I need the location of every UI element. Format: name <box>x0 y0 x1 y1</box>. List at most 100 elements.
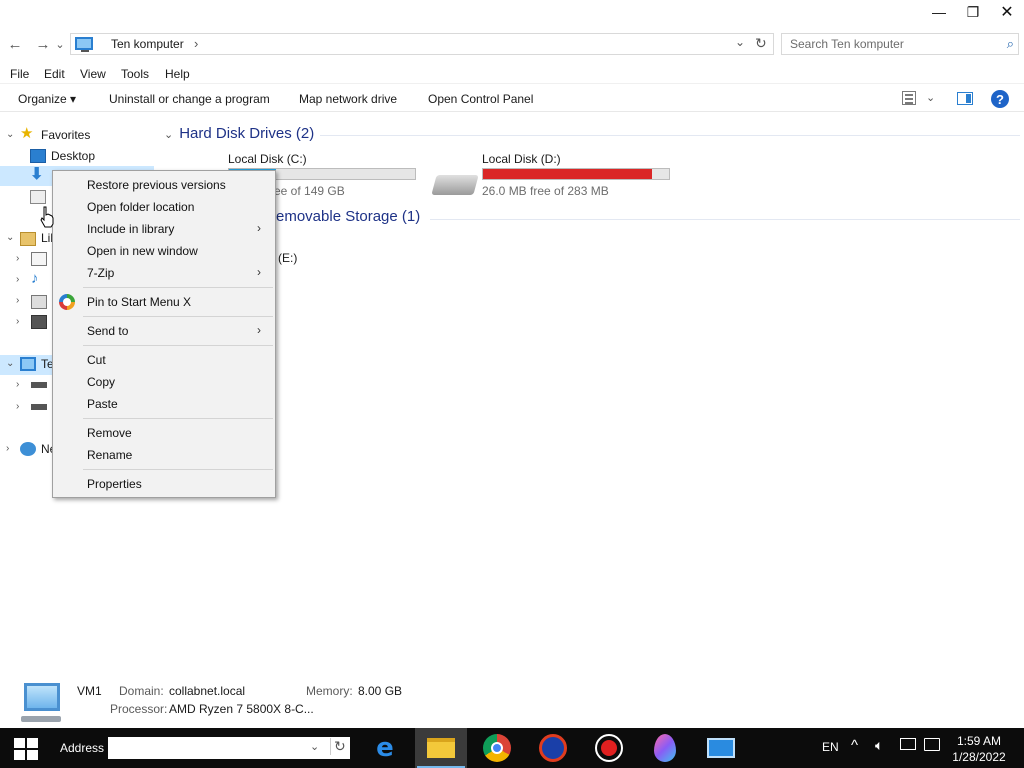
expand-chevron-icon[interactable]: ⌄ <box>6 232 14 243</box>
collapse-chevron-icon[interactable]: › <box>16 316 19 327</box>
address-dropdown-icon[interactable]: ⌄ <box>310 740 319 753</box>
search-input[interactable]: Search Ten komputer ⌕ <box>781 33 1019 55</box>
libraries-icon <box>20 232 36 246</box>
menu-item-rename[interactable]: Rename <box>53 444 275 466</box>
network-tray-icon[interactable] <box>900 738 916 750</box>
menu-item-include-in-library[interactable]: Include in library › <box>53 218 275 240</box>
menu-item-open-in-new-window[interactable]: Open in new window <box>53 240 275 262</box>
nav-library-documents[interactable]: › <box>0 250 50 270</box>
menu-file[interactable]: File <box>10 67 29 81</box>
edge-app-icon[interactable]: e <box>359 728 411 768</box>
taskbar-address-input[interactable]: ⌄ ↻ <box>108 737 350 759</box>
collapse-chevron-icon[interactable]: › <box>16 379 19 390</box>
menu-item-copy[interactable]: Copy <box>53 371 275 393</box>
documents-icon <box>31 252 47 266</box>
menu-tools[interactable]: Tools <box>121 67 149 81</box>
menu-edit[interactable]: Edit <box>44 67 65 81</box>
computer-icon <box>75 37 93 52</box>
windows-start-icon[interactable] <box>14 738 38 760</box>
nav-favorites[interactable]: ⌄ ★ Favorites <box>0 126 160 146</box>
drive-d-tile[interactable]: Local Disk (D:) 26.0 MB free of 283 MB <box>482 152 682 202</box>
back-button[interactable]: ← <box>4 34 26 54</box>
group-removable-storage[interactable]: emovable Storage (1) <box>276 208 420 225</box>
chrome-app-icon[interactable] <box>471 728 523 768</box>
close-button[interactable]: ✕ <box>990 0 1024 24</box>
nav-drive-d[interactable]: › <box>0 398 50 418</box>
notifications-icon[interactable] <box>924 738 940 751</box>
menu-item-cut[interactable]: Cut <box>53 349 275 371</box>
nav-network[interactable]: › Ne <box>0 440 60 460</box>
group-hard-disk-drives[interactable]: ⌄ Hard Disk Drives (2) <box>164 125 314 142</box>
address-bar[interactable]: Ten komputer › ⌄ ↻ <box>70 33 774 55</box>
menu-item-remove[interactable]: Remove <box>53 422 275 444</box>
refresh-icon[interactable]: ↻ <box>755 35 767 52</box>
menu-help[interactable]: Help <box>165 67 190 81</box>
address-dropdown-icon[interactable]: ⌄ <box>735 35 745 49</box>
nav-libraries[interactable]: ⌄ Lil <box>0 229 60 249</box>
organize-button[interactable]: Organize ▾ <box>18 92 76 106</box>
submenu-arrow-icon: › <box>257 265 261 279</box>
group-divider <box>430 219 1020 220</box>
remote-desktop-app-icon[interactable] <box>695 728 747 768</box>
app-icon-blue-red[interactable] <box>527 728 579 768</box>
view-dropdown-icon[interactable]: ⌄ <box>926 91 935 104</box>
context-menu: Restore previous versions Open folder lo… <box>52 170 276 498</box>
minimize-button[interactable]: — <box>922 0 956 24</box>
drive-d-usage-fill <box>483 169 653 179</box>
search-placeholder: Search Ten komputer <box>790 37 904 51</box>
uninstall-program-button[interactable]: Uninstall or change a program <box>109 92 270 106</box>
network-icon <box>20 442 36 456</box>
collapse-chevron-icon[interactable]: › <box>16 274 19 285</box>
open-control-panel-button[interactable]: Open Control Panel <box>428 92 533 106</box>
menu-separator <box>83 287 273 288</box>
volume-icon[interactable]: 🔈︎ <box>875 737 883 754</box>
tray-overflow-icon[interactable]: ^ <box>851 737 858 754</box>
nav-desktop[interactable]: Desktop <box>0 147 160 167</box>
nav-desktop-label: Desktop <box>51 149 96 163</box>
group-collapse-icon[interactable]: ⌄ <box>164 129 173 141</box>
restore-button[interactable]: ❐ <box>956 0 990 24</box>
taskbar-address-label: Address <box>60 741 105 755</box>
download-arrow-icon: ⬇ <box>30 166 44 183</box>
map-network-drive-button[interactable]: Map network drive <box>299 92 397 106</box>
nav-recent-places[interactable] <box>0 188 50 208</box>
drive-e-tile[interactable]: (E:) <box>278 251 338 269</box>
menu-item-properties[interactable]: Properties <box>53 473 275 495</box>
recent-locations-button[interactable]: ⌄ <box>54 34 66 54</box>
menu-item-send-to[interactable]: Send to › <box>53 320 275 342</box>
menu-view[interactable]: View <box>80 67 106 81</box>
menu-item-restore-previous-versions[interactable]: Restore previous versions <box>53 174 275 196</box>
help-icon[interactable]: ? <box>991 90 1009 108</box>
record-app-icon[interactable] <box>583 728 635 768</box>
menu-item-pin-to-start-menu[interactable]: Pin to Start Menu X <box>53 291 275 313</box>
breadcrumb-computer[interactable]: Ten komputer <box>111 37 184 51</box>
search-icon[interactable]: ⌕ <box>1007 36 1014 52</box>
nav-library-music[interactable]: › ♪ <box>0 271 50 291</box>
drive-d-name: Local Disk (D:) <box>482 152 561 166</box>
preview-pane-icon[interactable] <box>957 92 973 105</box>
language-indicator[interactable]: EN <box>822 740 839 754</box>
nav-library-pictures[interactable]: › <box>0 292 50 312</box>
expand-chevron-icon[interactable]: ⌄ <box>6 358 14 369</box>
nav-drive-c[interactable]: › <box>0 376 50 396</box>
drive-d-usage-bar <box>482 168 670 180</box>
menu-separator <box>83 345 273 346</box>
nav-library-videos[interactable]: › <box>0 313 50 333</box>
forward-button[interactable]: → <box>32 34 54 54</box>
address-go-icon[interactable]: ↻ <box>330 738 346 755</box>
computer-icon <box>21 683 61 722</box>
menu-item-open-folder-location[interactable]: Open folder location <box>53 196 275 218</box>
expand-chevron-icon[interactable]: ⌄ <box>6 129 14 140</box>
paint-app-icon[interactable] <box>639 728 691 768</box>
file-explorer-app-icon[interactable] <box>415 728 467 768</box>
breadcrumb-chevron-icon[interactable]: › <box>194 36 198 51</box>
content-pane: ⌄ Hard Disk Drives (2) Local Disk (C:) ee… <box>160 118 1024 673</box>
collapse-chevron-icon[interactable]: › <box>16 401 19 412</box>
collapse-chevron-icon[interactable]: › <box>16 295 19 306</box>
menu-item-paste[interactable]: Paste <box>53 393 275 415</box>
collapse-chevron-icon[interactable]: › <box>6 443 9 454</box>
view-options-icon[interactable] <box>902 91 916 105</box>
collapse-chevron-icon[interactable]: › <box>16 253 19 264</box>
taskbar-clock[interactable]: 1:59 AM 1/28/2022 <box>945 733 1013 765</box>
menu-item-7zip[interactable]: 7-Zip › <box>53 262 275 284</box>
